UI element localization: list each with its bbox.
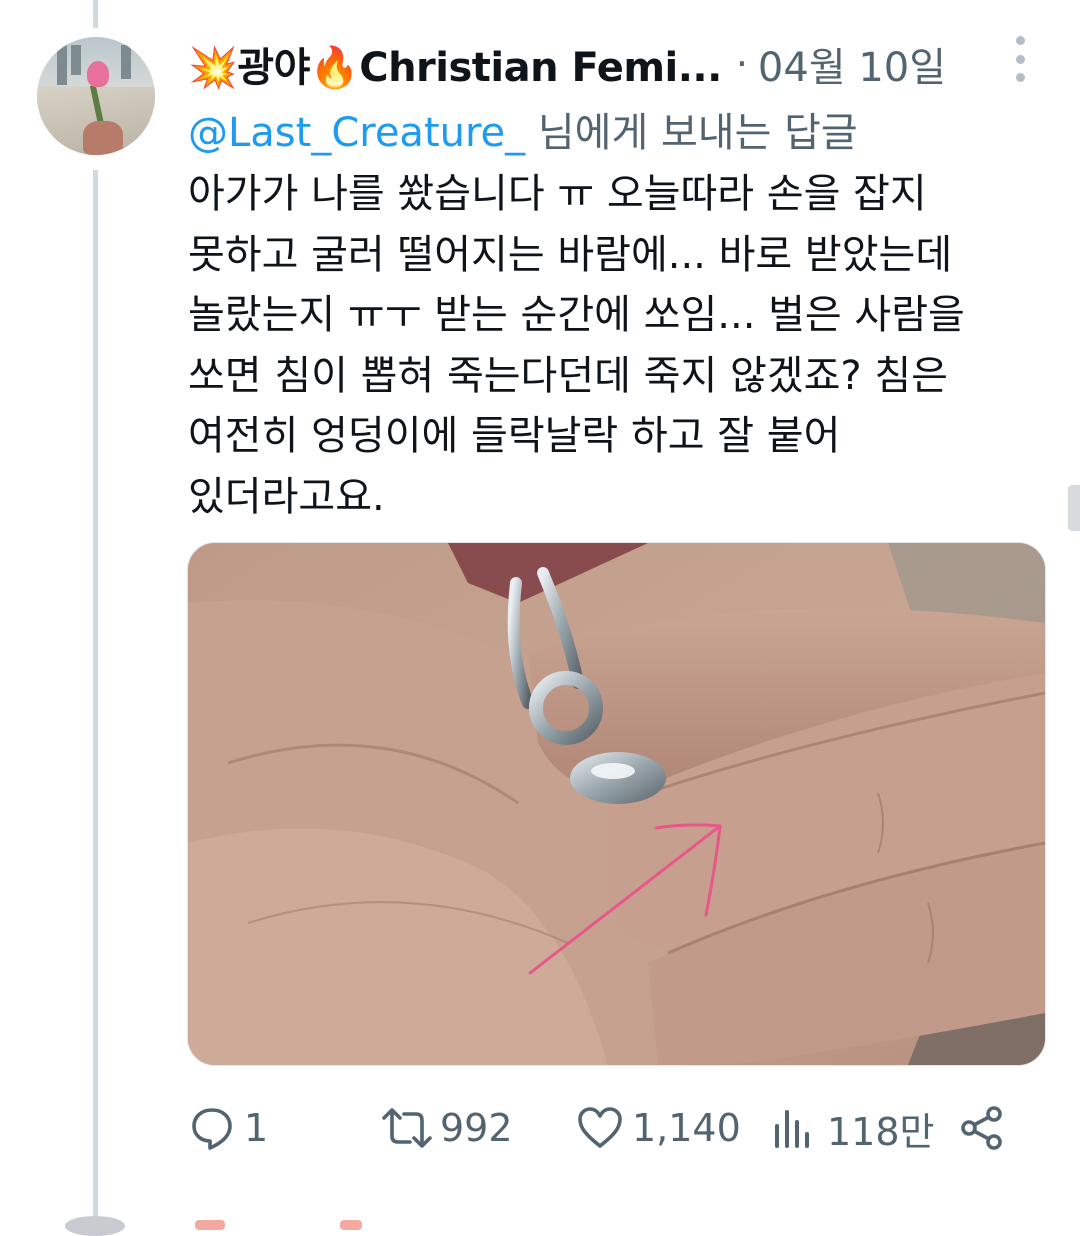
header-separator: · bbox=[735, 42, 748, 86]
reply-count: 1 bbox=[244, 1106, 269, 1150]
like-count: 1,140 bbox=[632, 1106, 741, 1150]
heart-icon bbox=[578, 1107, 622, 1148]
thread-line-top bbox=[93, 0, 98, 28]
tweet-text-line: 여전히 엉덩이에 들락날락 하고 잘 붙어 bbox=[188, 413, 841, 459]
tweet-header: 💥광야🔥Christian Femi... · 04월 10일 bbox=[188, 36, 946, 92]
share-icon bbox=[961, 1106, 1002, 1150]
thread-line bbox=[93, 170, 98, 1226]
next-tweet-avatar bbox=[65, 1216, 125, 1236]
more-dot-icon bbox=[1015, 73, 1025, 82]
views-count: 118만 bbox=[827, 1109, 935, 1154]
tweet-date[interactable]: 04월 10일 bbox=[758, 35, 946, 93]
views-chart-icon bbox=[775, 1110, 809, 1148]
tweet-text-line: 아가가 나를 쐈습니다 ㅠ 오늘따라 손을 잡지 bbox=[188, 171, 927, 217]
tweet-text-line: 못하고 굴러 떨어지는 바람에... 바로 받았는데 bbox=[188, 231, 953, 278]
tweet-photo[interactable] bbox=[187, 542, 1046, 1066]
like-button[interactable]: 1,140 bbox=[576, 1098, 741, 1158]
tweet-text-line: 있더라고요. bbox=[188, 473, 385, 520]
share-button[interactable] bbox=[958, 1098, 1006, 1158]
tweet-text-line: 놀랐는지 ㅠㅜ 받는 순간에 쏘임... 벌은 사람을 bbox=[188, 292, 965, 338]
tweet-text: 아가가 나를 쐈습니다 ㅠ 오늘따라 손을 잡지 못하고 굴러 떨어지는 바람에… bbox=[188, 164, 1028, 527]
reply-to-mention[interactable]: @Last_Creature_ bbox=[188, 110, 525, 156]
reply-context: @Last_Creature_ 님에게 보내는 답글 bbox=[188, 100, 858, 158]
next-tweet-emoji bbox=[340, 1220, 362, 1230]
avatar[interactable] bbox=[37, 37, 155, 155]
tweet-actions: 1 992 1,140 118만 bbox=[188, 1098, 1018, 1158]
next-tweet-emoji bbox=[195, 1220, 225, 1230]
reply-icon bbox=[192, 1108, 232, 1150]
reply-to-suffix: 님에게 보내는 답글 bbox=[525, 110, 858, 156]
reply-button[interactable]: 1 bbox=[188, 1098, 268, 1158]
scrollbar-thumb[interactable] bbox=[1068, 485, 1080, 531]
author-name[interactable]: 💥광야🔥Christian Femi... bbox=[188, 35, 722, 93]
retweet-icon bbox=[382, 1108, 432, 1148]
retweet-button[interactable]: 992 bbox=[378, 1098, 513, 1158]
retweet-count: 992 bbox=[440, 1106, 513, 1150]
photo-hand-ring-arrow-icon bbox=[188, 543, 1045, 1065]
more-dot-icon bbox=[1015, 36, 1025, 45]
more-options-button[interactable] bbox=[1005, 36, 1035, 82]
views-button[interactable]: 118만 bbox=[771, 1098, 935, 1158]
more-dot-icon bbox=[1015, 54, 1025, 64]
tweet-text-line: 쏘면 침이 뽑혀 죽는다던데 죽지 않겠죠? 침은 bbox=[188, 352, 948, 399]
